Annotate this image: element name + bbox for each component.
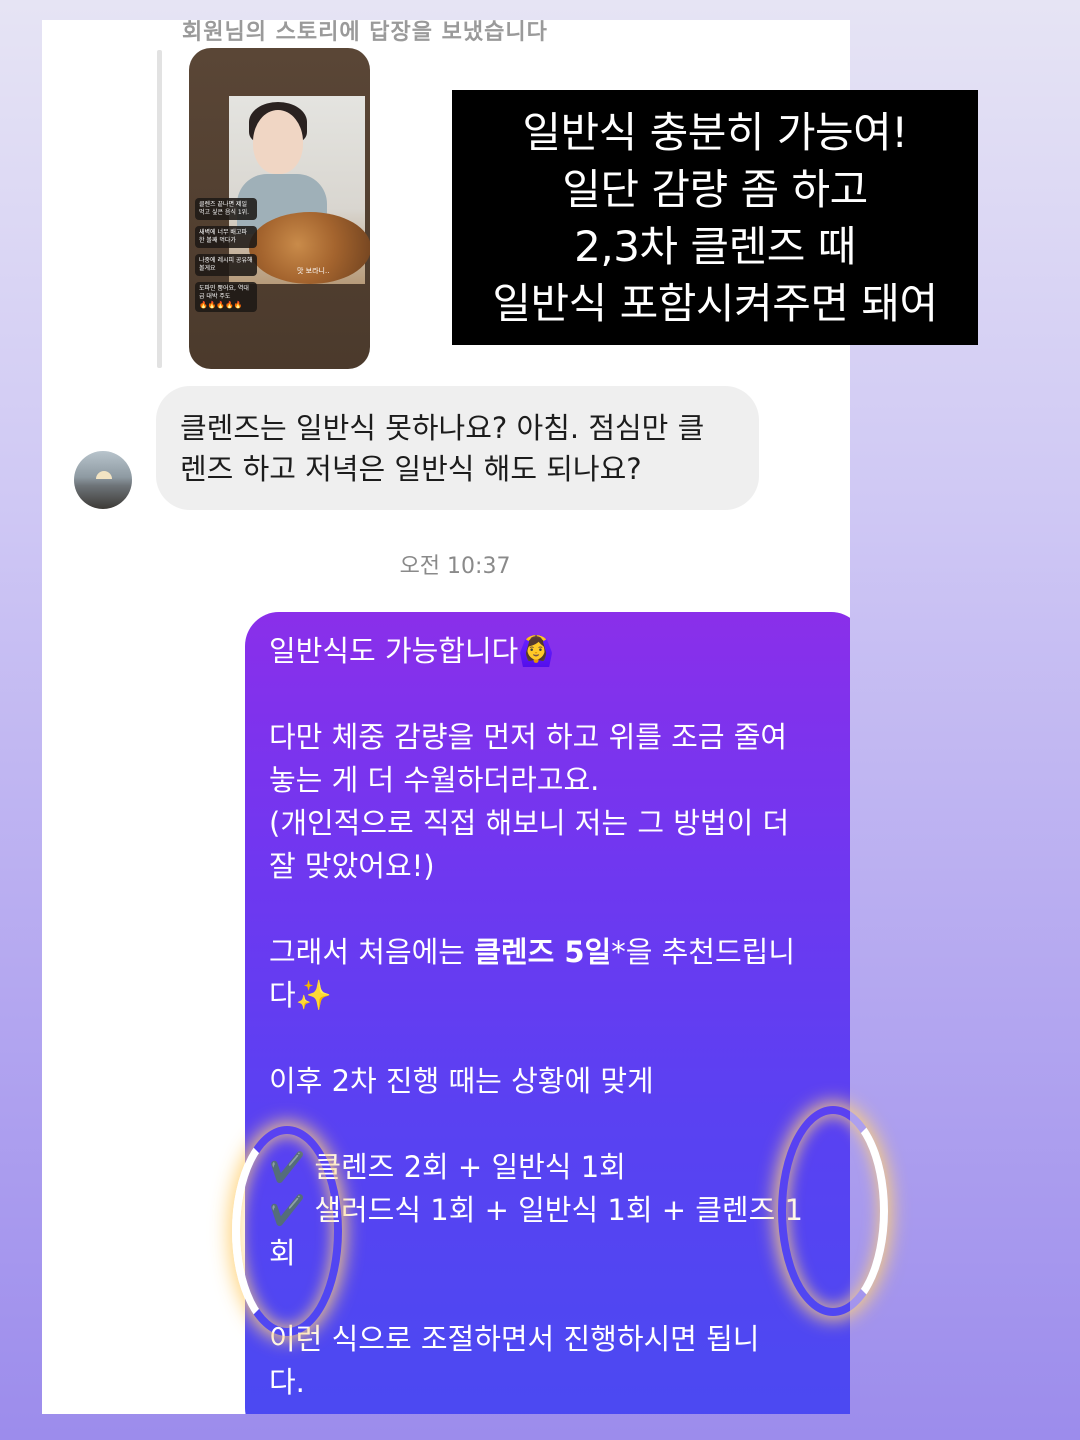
story-thumbnail[interactable]: 클렌즈 끝나면 제일 먹고 싶은 음식 1위. 새벽에 너무 배고파 한 볼째 … bbox=[189, 48, 370, 369]
outgoing-line: 그래서 처음에는 클렌즈 5일*을 추천드립니 bbox=[269, 931, 839, 974]
story-person-face bbox=[253, 110, 303, 174]
overlay-caption-line: 2,3차 클렌즈 때 bbox=[574, 221, 856, 271]
outgoing-line: 이런 식으로 조절하면서 진행하시면 됩니 bbox=[269, 1322, 760, 1356]
story-reply-label: 회원님의 스토리에 답장을 보냈습니다 bbox=[182, 20, 548, 45]
incoming-message-line: 클렌즈는 일반식 못하나요? 아침. 점심만 클 bbox=[180, 411, 705, 445]
outgoing-line: 이후 2차 진행 때는 상황에 맞게 bbox=[269, 1064, 654, 1098]
outgoing-line: 잘 맞았어요!) bbox=[269, 849, 435, 883]
story-caption: 맛 보라니.. bbox=[297, 267, 330, 275]
overlay-caption-line: 일단 감량 좀 하고 bbox=[562, 164, 868, 214]
avatar-sun bbox=[96, 471, 112, 479]
outgoing-message-bubble[interactable]: 일반식도 가능합니다🙆‍♀️ 다만 체중 감량을 먼저 하고 위를 조금 줄여 … bbox=[245, 612, 850, 1414]
story-note: 새벽에 너무 배고파 한 볼째 먹다가 bbox=[195, 226, 257, 248]
story-note: 나중에 레시피 공유해볼게요 bbox=[195, 254, 257, 276]
overlay-caption-line: 일반식 충분히 가능여! bbox=[522, 107, 908, 157]
incoming-message-bubble[interactable]: 클렌즈는 일반식 못하나요? 아침. 점심만 클 렌즈 하고 저녁은 일반식 해… bbox=[156, 386, 759, 510]
outgoing-line: ✔️ 클렌즈 2회 + 일반식 1회 bbox=[269, 1150, 626, 1184]
overlay-caption-line: 일반식 포함시켜주면 돼여 bbox=[492, 278, 938, 328]
fire-emoji-row: 🔥🔥🔥🔥🔥 bbox=[199, 301, 243, 309]
outgoing-line: 다✨ bbox=[269, 978, 332, 1012]
cleanse-5day-highlight: 클렌즈 5일 bbox=[474, 935, 612, 969]
reply-indicator-line bbox=[157, 50, 162, 368]
outgoing-line: (개인적으로 직접 해보니 저는 그 방법이 더 bbox=[269, 806, 790, 840]
outgoing-text: *을 추천드립니 bbox=[611, 935, 796, 969]
left-glow-bracket bbox=[232, 1126, 342, 1336]
story-note: 도파민 뿜어요, 역대급 대박 주도 🔥🔥🔥🔥🔥 bbox=[195, 282, 257, 312]
outgoing-line: 회 bbox=[269, 1236, 296, 1270]
right-glow-bracket bbox=[778, 1106, 888, 1316]
outgoing-line: 일반식도 가능합니다🙆‍♀️ bbox=[269, 634, 555, 668]
outgoing-line: 다만 체중 감량을 먼저 하고 위를 조금 줄여 bbox=[269, 720, 788, 754]
outgoing-line: ✔️ 샐러드식 1회 + 일반식 1회 + 클렌즈 1 bbox=[269, 1193, 803, 1227]
outgoing-line: 다. bbox=[269, 1365, 305, 1399]
incoming-message-line: 렌즈 하고 저녁은 일반식 해도 되나요? bbox=[180, 452, 642, 486]
story-note: 클렌즈 끝나면 제일 먹고 싶은 음식 1위. bbox=[195, 198, 257, 220]
story-notes: 클렌즈 끝나면 제일 먹고 싶은 음식 1위. 새벽에 너무 배고파 한 볼째 … bbox=[195, 198, 257, 312]
message-timestamp: 오전 10:37 bbox=[399, 554, 511, 579]
outgoing-text: 그래서 처음에는 bbox=[269, 935, 475, 969]
sender-avatar[interactable] bbox=[74, 451, 132, 509]
outgoing-line: 놓는 게 더 수월하더라고요. bbox=[269, 763, 600, 797]
overlay-caption-box: 일반식 충분히 가능여! 일단 감량 좀 하고 2,3차 클렌즈 때 일반식 포… bbox=[452, 90, 978, 345]
story-note-text: 도파민 뿜어요, 역대급 대박 주도 bbox=[199, 285, 249, 300]
